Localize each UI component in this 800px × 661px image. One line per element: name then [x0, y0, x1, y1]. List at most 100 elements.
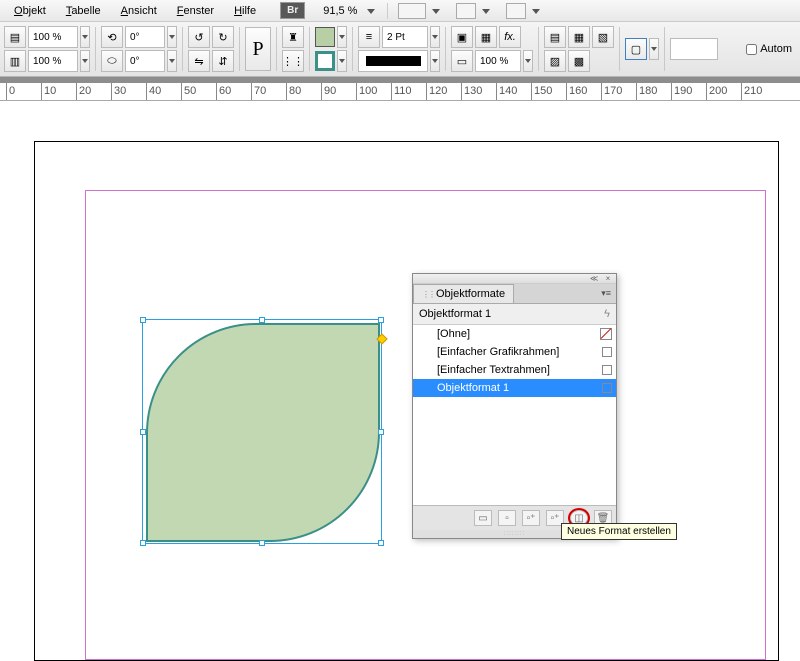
style-item-label: Objektformat 1 [437, 382, 509, 394]
zoom-dropdown-icon[interactable] [365, 5, 377, 17]
menu-fenster[interactable]: Fenster [169, 3, 222, 19]
handle-bl[interactable] [140, 540, 146, 546]
effects-icon[interactable]: ▣ [451, 26, 473, 48]
style-list-item[interactable]: [Einfacher Textrahmen] [413, 361, 616, 379]
object-styles-panel: ≪ × ⋮⋮Objektformate ▾≡ Objektformat 1 ϟ … [412, 273, 617, 539]
style-marker-icon [602, 365, 612, 375]
stroke-style-field[interactable] [358, 50, 428, 72]
clear-override-icon[interactable]: ▭ [474, 510, 492, 526]
panel-titlebar[interactable]: ≪ × [413, 274, 616, 284]
textwrap-2-icon[interactable]: ▦ [568, 26, 590, 48]
rotate-icon[interactable]: ⟲ [101, 26, 123, 48]
style-list: [Ohne] [Einfacher Grafikrahmen] [Einfacher… [413, 325, 616, 425]
arrange-icon[interactable] [456, 3, 476, 19]
opacity-dd-1[interactable] [80, 26, 90, 48]
horizontal-ruler[interactable]: 0102030405060708090100110120130140150160… [0, 83, 800, 101]
style-item-label: [Einfacher Grafikrahmen] [437, 346, 559, 358]
angle-dd-2[interactable] [167, 50, 177, 72]
screen-mode-icon[interactable] [398, 3, 426, 19]
frame-fitting-dd[interactable] [649, 38, 659, 60]
stroke-weight-field[interactable]: 2 Pt [382, 26, 428, 48]
control-toolbar: ▤100 % ▥100 % ⟲0° ⬭0° ↺↻ ⇋⇵ P ♜ ⋮⋮ ≡2 Pt… [0, 22, 800, 77]
style-list-item[interactable]: [Ohne] [413, 325, 616, 343]
arrange-dd[interactable] [480, 5, 492, 17]
default-graphic-icon[interactable]: ▫ [498, 510, 516, 526]
paragraph-style-icon[interactable]: P [245, 27, 271, 71]
style-marker-icon [602, 347, 612, 357]
style-item-label: [Einfacher Textrahmen] [437, 364, 550, 376]
rotate-ccw-icon[interactable]: ↺ [188, 26, 210, 48]
style-list-item[interactable]: Objektformat 1 [413, 379, 616, 397]
handle-tm[interactable] [259, 317, 265, 323]
menu-hilfe[interactable]: Hilfe [226, 3, 264, 19]
style-item-label: [Ohne] [437, 328, 470, 340]
angle-field-1[interactable]: 0° [125, 26, 165, 48]
screen-mode-dd[interactable] [430, 5, 442, 17]
opacity-dd-2[interactable] [80, 50, 90, 72]
style-marker-icon [602, 383, 612, 393]
style-list-item[interactable]: [Einfacher Grafikrahmen] [413, 343, 616, 361]
handle-ml[interactable] [140, 429, 146, 435]
bridge-button[interactable]: Br [280, 2, 305, 19]
opacity-icon-1[interactable]: ▤ [4, 26, 26, 48]
panel-current-style: Objektformat 1 ϟ [413, 304, 616, 325]
handle-mr[interactable] [378, 429, 384, 435]
autom-label: Autom [760, 43, 792, 55]
leaf-shape[interactable] [146, 323, 380, 542]
menu-tabelle[interactable]: Tabelle [58, 3, 109, 19]
autom-checkbox[interactable]: Autom [746, 43, 796, 55]
none-icon [600, 328, 612, 340]
scale-icon[interactable]: ▭ [451, 50, 473, 72]
stroke-swatch[interactable] [315, 51, 335, 71]
align-icon[interactable]: ♜ [282, 26, 304, 48]
angle-field-2[interactable]: 0° [125, 50, 165, 72]
flip-h-icon[interactable]: ⇋ [188, 50, 210, 72]
textwrap-4-icon[interactable]: ▨ [544, 50, 566, 72]
distribute-icon[interactable]: ⋮⋮ [282, 50, 304, 72]
quick-apply-icon[interactable]: ϟ [604, 308, 610, 320]
textwrap-5-icon[interactable]: ▩ [568, 50, 590, 72]
panel-collapse-icon[interactable]: ≪ [589, 275, 599, 283]
wrap-icon[interactable]: ▦ [475, 26, 497, 48]
handle-tr[interactable] [378, 317, 384, 323]
menu-bar: Objekt Tabelle Ansicht Fenster Hilfe Br … [0, 0, 800, 22]
panel-flyout-icon[interactable]: ▾≡ [596, 288, 616, 299]
zoom-level[interactable]: 91,5 % [319, 4, 361, 18]
stroke-weight-dd[interactable] [430, 26, 440, 48]
stroke-style-dd[interactable] [430, 50, 440, 72]
panel-tab-label: Objektformate [436, 288, 505, 300]
menu-ansicht[interactable]: Ansicht [113, 3, 165, 19]
fill-swatch[interactable] [315, 27, 335, 47]
opacity-field-1[interactable]: 100 % [28, 26, 78, 48]
menu-objekt[interactable]: Objekt [6, 3, 54, 19]
workspace-icon[interactable] [506, 3, 526, 19]
handle-tl[interactable] [140, 317, 146, 323]
frame-fitting-icon[interactable]: ▢ [625, 38, 647, 60]
selection-bounding-box[interactable] [142, 319, 382, 544]
panel-tabs: ⋮⋮Objektformate ▾≡ [413, 284, 616, 304]
default-text-icon[interactable]: ▫⁺ [522, 510, 540, 526]
shear-icon[interactable]: ⬭ [101, 50, 123, 72]
rotate-cw-icon[interactable]: ↻ [212, 26, 234, 48]
stroke-dd[interactable] [337, 50, 347, 72]
handle-bm[interactable] [259, 540, 265, 546]
scale-field[interactable]: 100 % [475, 50, 521, 72]
angle-dd-1[interactable] [167, 26, 177, 48]
tab-objektformate[interactable]: ⋮⋮Objektformate [413, 284, 514, 303]
flip-v-icon[interactable]: ⇵ [212, 50, 234, 72]
current-style-label: Objektformat 1 [419, 308, 491, 320]
handle-br[interactable] [378, 540, 384, 546]
opacity-icon-2[interactable]: ▥ [4, 50, 26, 72]
document-canvas[interactable]: ≪ × ⋮⋮Objektformate ▾≡ Objektformat 1 ϟ … [0, 101, 800, 600]
workspace-dd[interactable] [530, 5, 542, 17]
opacity-field-2[interactable]: 100 % [28, 50, 78, 72]
fx-icon[interactable]: fx. [499, 26, 521, 48]
scale-dd[interactable] [523, 50, 533, 72]
stroke-weight-icon: ≡ [358, 26, 380, 48]
style-list-empty [413, 425, 616, 505]
textwrap-3-icon[interactable]: ▧ [592, 26, 614, 48]
panel-close-icon[interactable]: × [603, 275, 613, 283]
textwrap-1-icon[interactable]: ▤ [544, 26, 566, 48]
fill-dd[interactable] [337, 26, 347, 48]
quick-apply-field[interactable] [670, 38, 718, 60]
